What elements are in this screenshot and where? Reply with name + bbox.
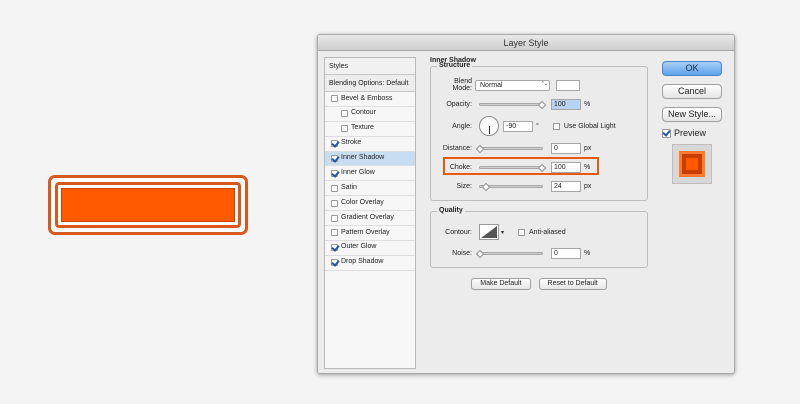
angle-label: Angle: [452, 122, 472, 130]
style-item-label: Inner Shadow [341, 154, 385, 162]
opacity-slider[interactable] [479, 100, 547, 109]
anti-aliased-checkbox[interactable] [518, 228, 526, 236]
distance-slider[interactable] [475, 144, 543, 153]
style-item-stroke[interactable]: Stroke [325, 137, 415, 152]
distance-input[interactable]: 0 [551, 142, 581, 154]
style-item-label: Contour [351, 109, 376, 117]
make-default-button[interactable]: Make Default [471, 278, 531, 290]
style-item-label: Texture [351, 124, 374, 132]
style-item-label: Stroke [341, 139, 362, 147]
style-checkbox[interactable] [331, 259, 338, 267]
choke-slider[interactable] [479, 163, 547, 172]
distance-unit: px [584, 144, 592, 152]
preview-swatch [679, 151, 705, 177]
style-checkbox[interactable] [331, 214, 338, 222]
noise-input[interactable]: 0 [551, 247, 581, 259]
layer-style-dialog: Layer Style Styles Blending Options: Def… [317, 34, 735, 374]
size-label: Size: [456, 182, 472, 190]
style-checkbox[interactable] [331, 95, 338, 103]
opacity-unit: % [584, 100, 591, 108]
style-item-label: Color Overlay [341, 198, 384, 206]
blend-mode-select[interactable]: Normal [475, 79, 550, 91]
style-item-label: Inner Glow [341, 168, 375, 176]
style-checkbox[interactable] [331, 155, 338, 162]
angle-input[interactable]: -90 [503, 120, 533, 132]
noise-slider-thumb[interactable] [475, 249, 485, 258]
style-item-texture[interactable]: Texture [325, 122, 415, 137]
choke-label: Choke: [449, 163, 472, 171]
style-item-label: Gradient Overlay [341, 213, 394, 221]
style-item-label: Pattern Overlay [341, 228, 390, 236]
dialog-title: Layer Style [318, 35, 734, 51]
style-item-satin[interactable]: Satin [325, 181, 415, 197]
structure-label: Structure [437, 62, 473, 69]
style-checkbox[interactable] [331, 229, 338, 237]
inner-shadow-settings: Inner Shadow Structure Blend Mode: Norma… [430, 57, 648, 290]
use-global-light-label: Use Global Light [563, 122, 616, 130]
noise-unit: % [584, 249, 591, 257]
size-slider-thumb[interactable] [481, 182, 491, 191]
styles-list-panel: Styles Blending Options: Default Bevel &… [324, 57, 416, 369]
contour-label: Contour: [445, 228, 472, 236]
structure-group: Structure Blend Mode: Normal Opacity: 10… [430, 62, 648, 201]
blending-options-item[interactable]: Blending Options: Default [325, 75, 415, 92]
style-preview-thumbnail [672, 144, 712, 184]
choke-slider-thumb[interactable] [537, 163, 547, 172]
style-item-label: Satin [341, 183, 357, 191]
preview-checkbox[interactable] [662, 128, 671, 138]
opacity-input[interactable]: 100 [551, 98, 581, 110]
style-item-label: Drop Shadow [341, 258, 384, 266]
preview-label: Preview [674, 128, 707, 138]
style-checkbox[interactable] [331, 140, 338, 148]
size-unit: px [584, 182, 592, 190]
shadow-color-swatch[interactable] [556, 79, 580, 91]
angle-dial[interactable] [479, 116, 499, 136]
reset-to-default-button[interactable]: Reset to Default [538, 278, 607, 290]
style-item-pattern-overlay[interactable]: Pattern Overlay [325, 226, 415, 241]
noise-label: Noise: [452, 249, 472, 257]
distance-slider-thumb[interactable] [475, 144, 485, 153]
style-item-label: Bevel & Emboss [341, 94, 393, 102]
style-checkbox[interactable] [331, 169, 338, 177]
anti-aliased-label: Anti-aliased [529, 228, 566, 236]
ok-button[interactable]: OK [662, 61, 722, 76]
artwork-orange-fill [61, 188, 235, 222]
choke-unit: % [584, 163, 591, 171]
canvas-artwork [48, 175, 248, 235]
style-item-color-overlay[interactable]: Color Overlay [325, 196, 415, 212]
opacity-label: Opacity: [446, 100, 472, 108]
blend-mode-label: Blend Mode: [452, 78, 472, 92]
contour-dropdown-icon[interactable]: ▾ [501, 229, 504, 236]
use-global-light-checkbox[interactable] [552, 122, 560, 130]
cancel-button[interactable]: Cancel [662, 84, 722, 99]
style-item-bevel-emboss[interactable]: Bevel & Emboss [325, 92, 415, 107]
quality-group: Quality Contour: ▾ Anti-aliased Noise: 0… [430, 207, 648, 268]
style-item-label: Outer Glow [341, 243, 377, 251]
angle-unit: ° [536, 122, 539, 130]
choke-input[interactable]: 100 [551, 161, 581, 173]
style-item-inner-glow[interactable]: Inner Glow [325, 166, 415, 182]
distance-label: Distance: [442, 144, 472, 152]
dialog-actions: OK Cancel New Style... Preview [662, 61, 722, 184]
style-checkbox[interactable] [331, 184, 338, 192]
artwork-inner-stroke [55, 182, 241, 228]
size-slider[interactable] [479, 182, 543, 191]
opacity-slider-thumb[interactable] [537, 100, 547, 109]
style-item-contour[interactable]: Contour [325, 107, 415, 122]
new-style-button[interactable]: New Style... [662, 107, 722, 122]
contour-picker[interactable] [479, 224, 499, 240]
quality-label: Quality [437, 207, 465, 214]
style-checkbox[interactable] [341, 125, 348, 133]
noise-slider[interactable] [475, 249, 543, 258]
style-item-inner-shadow[interactable]: Inner Shadow [325, 151, 415, 167]
size-input[interactable]: 24 [551, 180, 581, 192]
style-checkbox[interactable] [341, 110, 348, 118]
styles-header[interactable]: Styles [325, 58, 415, 75]
style-checkbox[interactable] [331, 244, 338, 252]
style-checkbox[interactable] [331, 199, 338, 207]
style-item-outer-glow[interactable]: Outer Glow [325, 241, 415, 256]
style-item-drop-shadow[interactable]: Drop Shadow [325, 256, 415, 271]
style-item-gradient-overlay[interactable]: Gradient Overlay [325, 211, 415, 227]
